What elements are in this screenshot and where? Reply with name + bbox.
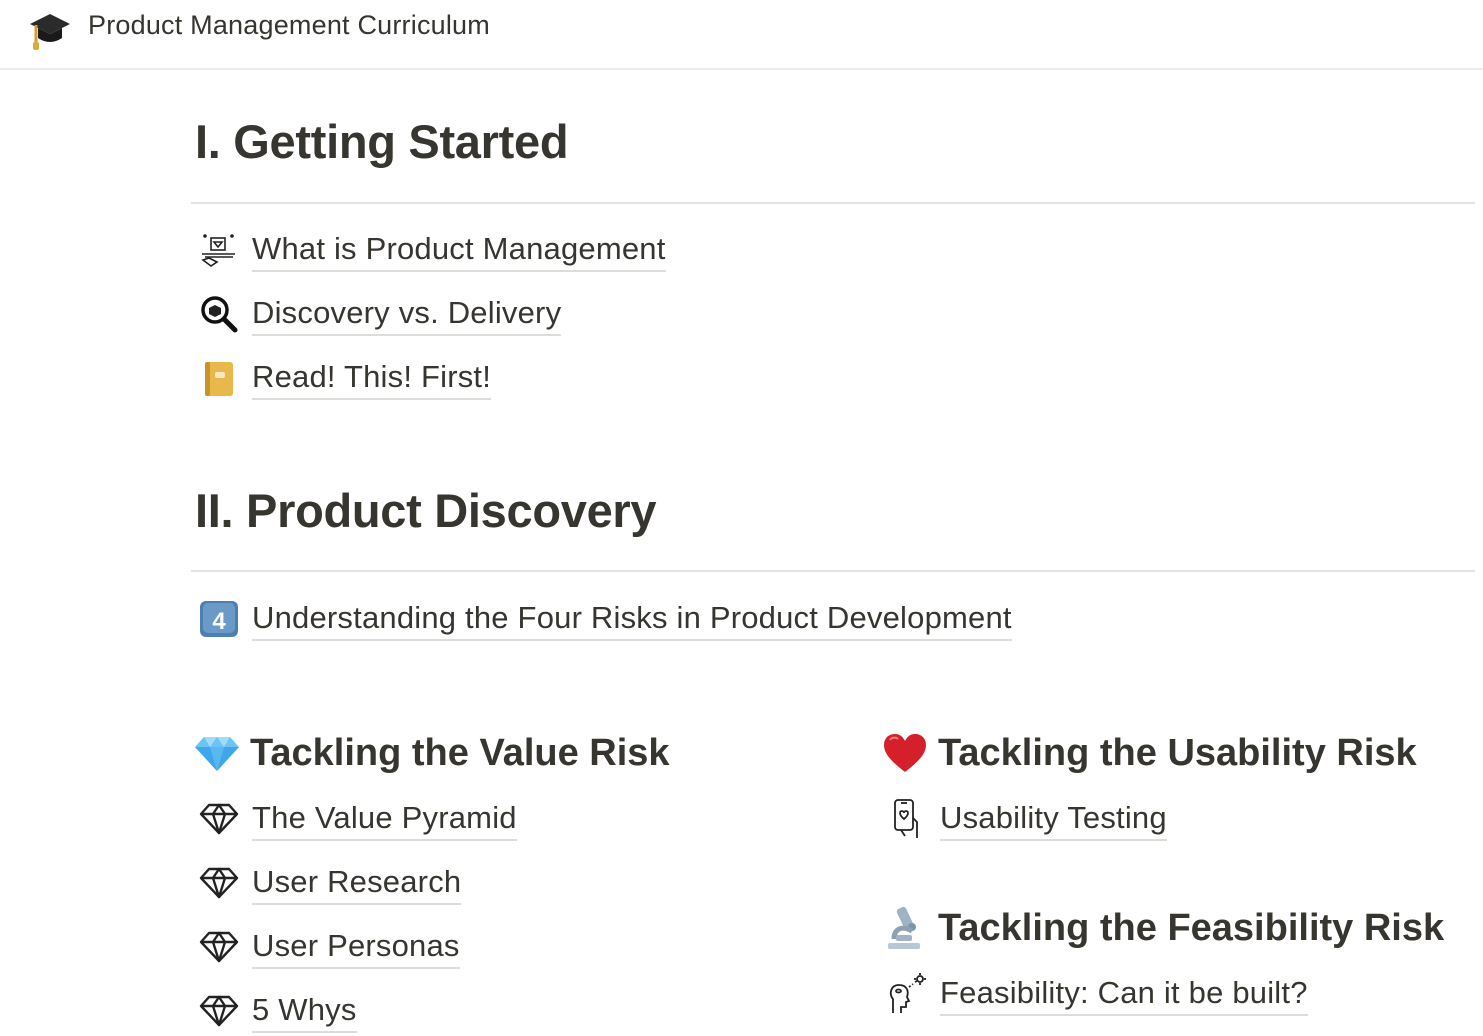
section-divider bbox=[191, 570, 1475, 572]
keycap-4-icon: 4 bbox=[198, 598, 240, 640]
section-heading-product-discovery: II. Product Discovery bbox=[195, 484, 657, 537]
link-label[interactable]: Understanding the Four Risks in Product … bbox=[252, 598, 1012, 641]
link-label[interactable]: Feasibility: Can it be built? bbox=[940, 973, 1308, 1016]
heading-value-risk: Tackling the Value Risk bbox=[194, 725, 670, 781]
heading-text: Tackling the Value Risk bbox=[250, 731, 670, 774]
diamond-outline-icon bbox=[198, 862, 240, 904]
link-label[interactable]: Discovery vs. Delivery bbox=[252, 293, 562, 336]
hand-gift-diamond-icon bbox=[198, 229, 240, 271]
section-heading-getting-started: I. Getting Started bbox=[195, 115, 569, 168]
heading-usability-risk: Tackling the Usability Risk bbox=[882, 725, 1417, 781]
diamond-outline-icon bbox=[198, 990, 240, 1032]
link-four-risks[interactable]: 4 Understanding the Four Risks in Produc… bbox=[198, 594, 1012, 644]
top-bar: Product Management Curriculum bbox=[0, 0, 1483, 70]
link-label[interactable]: User Research bbox=[252, 862, 462, 905]
link-label[interactable]: Read! This! First! bbox=[252, 357, 492, 400]
link-user-personas[interactable]: User Personas bbox=[198, 922, 460, 972]
red-heart-icon bbox=[882, 730, 928, 776]
diamond-outline-icon bbox=[198, 926, 240, 968]
diamond-outline-icon bbox=[198, 798, 240, 840]
gem-stone-icon bbox=[194, 730, 240, 776]
link-discovery-vs-delivery[interactable]: Discovery vs. Delivery bbox=[198, 289, 562, 339]
phone-heart-hand-icon bbox=[886, 798, 928, 840]
link-label[interactable]: 5 Whys bbox=[252, 990, 357, 1033]
microscope-icon bbox=[882, 905, 928, 951]
link-user-research[interactable]: User Research bbox=[198, 858, 462, 908]
link-label[interactable]: Usability Testing bbox=[940, 798, 1167, 841]
link-label[interactable]: The Value Pyramid bbox=[252, 798, 517, 841]
heading-text: Tackling the Usability Risk bbox=[938, 731, 1417, 774]
graduation-cap-icon bbox=[28, 8, 72, 52]
heading-text: Tackling the Feasibility Risk bbox=[938, 906, 1445, 949]
link-usability-testing[interactable]: Usability Testing bbox=[886, 794, 1167, 844]
head-idea-icon bbox=[886, 973, 928, 1015]
svg-text:4: 4 bbox=[212, 608, 226, 635]
link-value-pyramid[interactable]: The Value Pyramid bbox=[198, 794, 517, 844]
link-label[interactable]: What is Product Management bbox=[252, 229, 666, 272]
heading-feasibility-risk: Tackling the Feasibility Risk bbox=[882, 900, 1444, 956]
link-label[interactable]: User Personas bbox=[252, 926, 460, 969]
link-5-whys[interactable]: 5 Whys bbox=[198, 986, 357, 1036]
link-read-this-first[interactable]: Read! This! First! bbox=[198, 353, 492, 403]
yellow-notebook-icon bbox=[198, 357, 240, 399]
magnifier-box-icon bbox=[198, 293, 240, 335]
link-feasibility-can-it-be-built[interactable]: Feasibility: Can it be built? bbox=[886, 969, 1308, 1019]
page-title: Product Management Curriculum bbox=[88, 10, 490, 40]
link-what-is-product-management[interactable]: What is Product Management bbox=[198, 225, 666, 275]
section-divider bbox=[191, 202, 1475, 204]
